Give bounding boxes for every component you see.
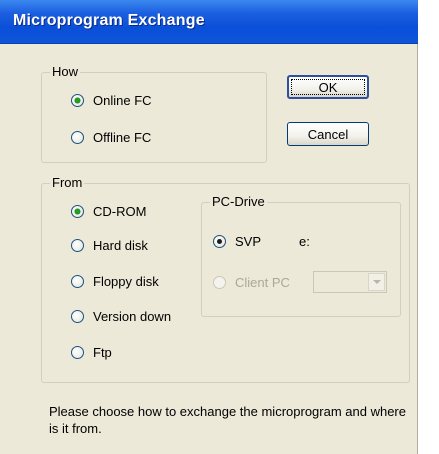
floppy-disk-radio[interactable]: Floppy disk <box>71 272 159 290</box>
ok-button-focus-ring <box>291 79 365 95</box>
how-group: How <box>41 64 267 163</box>
pc-drive-group-label: PC-Drive <box>210 194 267 209</box>
cd-rom-radio[interactable]: CD-ROM <box>71 202 146 220</box>
pc-drive-group: PC-Drive <box>201 194 401 317</box>
version-down-label: Version down <box>93 308 172 324</box>
offline-fc-radio-indicator <box>71 130 84 144</box>
cancel-button[interactable]: Cancel <box>287 122 369 146</box>
cd-rom-label: CD-ROM <box>93 203 147 219</box>
version-down-radio-indicator <box>71 309 84 323</box>
ftp-label: Ftp <box>93 344 112 360</box>
how-group-label: How <box>50 64 81 79</box>
svp-radio[interactable]: SVP <box>213 232 261 250</box>
ftp-radio[interactable]: Ftp <box>71 343 112 361</box>
offline-fc-radio[interactable]: Offline FC <box>71 128 151 146</box>
svp-radio-indicator <box>213 234 226 248</box>
cd-rom-radio-indicator <box>71 204 84 218</box>
svp-label: SVP <box>235 233 262 249</box>
client-pc-label: Client PC <box>235 274 290 290</box>
window-title: Microprogram Exchange <box>13 12 205 29</box>
svp-drive-letter: e: <box>299 234 310 249</box>
chevron-down-icon[interactable] <box>368 273 385 291</box>
client-pc-radio-indicator <box>213 275 226 289</box>
client-pc-drive-select[interactable] <box>313 271 387 293</box>
microprogram-exchange-dialog: Microprogram Exchange How Online FC Offl… <box>0 0 418 454</box>
instruction-text: Please choose how to exchange the microp… <box>49 404 406 436</box>
from-group-label: From <box>50 175 85 190</box>
title-bar[interactable]: Microprogram Exchange <box>0 0 418 44</box>
ftp-radio-indicator <box>71 345 84 359</box>
hard-disk-radio-indicator <box>71 238 84 252</box>
floppy-disk-radio-indicator <box>71 274 84 288</box>
version-down-radio[interactable]: Version down <box>71 307 171 325</box>
cancel-button-label: Cancel <box>307 126 349 142</box>
online-fc-label: Online FC <box>93 92 152 108</box>
online-fc-radio[interactable]: Online FC <box>71 91 152 109</box>
hard-disk-label: Hard disk <box>93 237 148 253</box>
floppy-disk-label: Floppy disk <box>93 273 159 289</box>
hard-disk-radio[interactable]: Hard disk <box>71 236 148 254</box>
offline-fc-label: Offline FC <box>93 129 152 145</box>
online-fc-radio-indicator <box>71 93 84 107</box>
ok-button[interactable]: OK <box>287 75 369 99</box>
client-pc-radio[interactable]: Client PC <box>213 273 290 291</box>
